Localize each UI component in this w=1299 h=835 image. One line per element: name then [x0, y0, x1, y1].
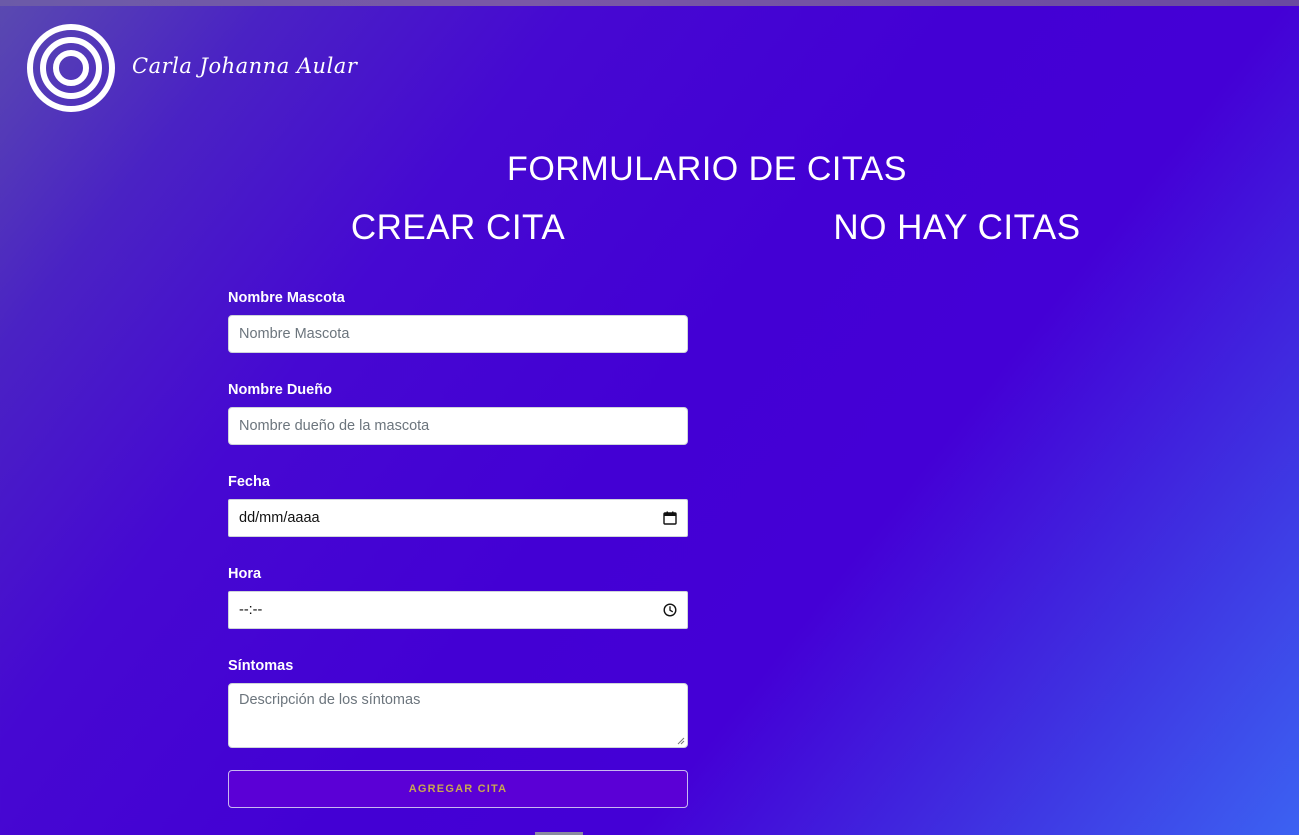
brand-name: Carla Johanna Aular — [132, 54, 358, 78]
pet-name-placeholder: Nombre Mascota — [239, 326, 350, 342]
owner-name-placeholder: Nombre dueño de la mascota — [239, 418, 430, 434]
time-label: Hora — [228, 566, 262, 582]
pet-name-input[interactable]: Nombre Mascota — [228, 315, 688, 353]
calendar-icon[interactable] — [663, 511, 677, 525]
add-appointment-button[interactable]: AGREGAR CITA — [228, 770, 688, 808]
symptoms-textarea[interactable]: Descripción de los síntomas — [228, 683, 688, 748]
symptoms-field: Síntomas Descripción de los síntomas — [228, 656, 688, 748]
resize-grip-icon[interactable] — [676, 736, 685, 745]
time-input[interactable]: --:-- — [228, 591, 688, 629]
owner-name-input[interactable]: Nombre dueño de la mascota — [228, 407, 688, 445]
page-title: FORMULARIO DE CITAS — [507, 150, 907, 188]
pet-name-label: Nombre Mascota — [228, 290, 345, 306]
time-value: --:-- — [239, 602, 263, 618]
symptoms-placeholder: Descripción de los síntomas — [239, 692, 421, 708]
brand-header: Carla Johanna Aular — [25, 22, 357, 114]
pet-name-field: Nombre Mascota Nombre Mascota — [228, 288, 688, 353]
concentric-circles-logo[interactable] — [25, 22, 117, 114]
create-appointment-heading: CREAR CITA — [350, 208, 566, 247]
owner-name-field: Nombre Dueño Nombre dueño de la mascota — [228, 380, 688, 445]
clock-icon[interactable] — [663, 603, 677, 617]
date-input[interactable]: dd/mm/aaaa — [228, 499, 688, 537]
date-field: Fecha dd/mm/aaaa — [228, 472, 688, 537]
date-label: Fecha — [228, 474, 270, 490]
time-field: Hora --:-- — [228, 564, 688, 629]
no-appointments-heading: NO HAY CITAS — [833, 208, 1081, 247]
date-value: dd/mm/aaaa — [239, 510, 320, 526]
symptoms-label: Síntomas — [228, 658, 294, 674]
window-top-strip — [0, 0, 1299, 6]
appointment-form: Nombre Mascota Nombre Mascota Nombre Due… — [228, 288, 688, 808]
owner-name-label: Nombre Dueño — [228, 382, 332, 398]
